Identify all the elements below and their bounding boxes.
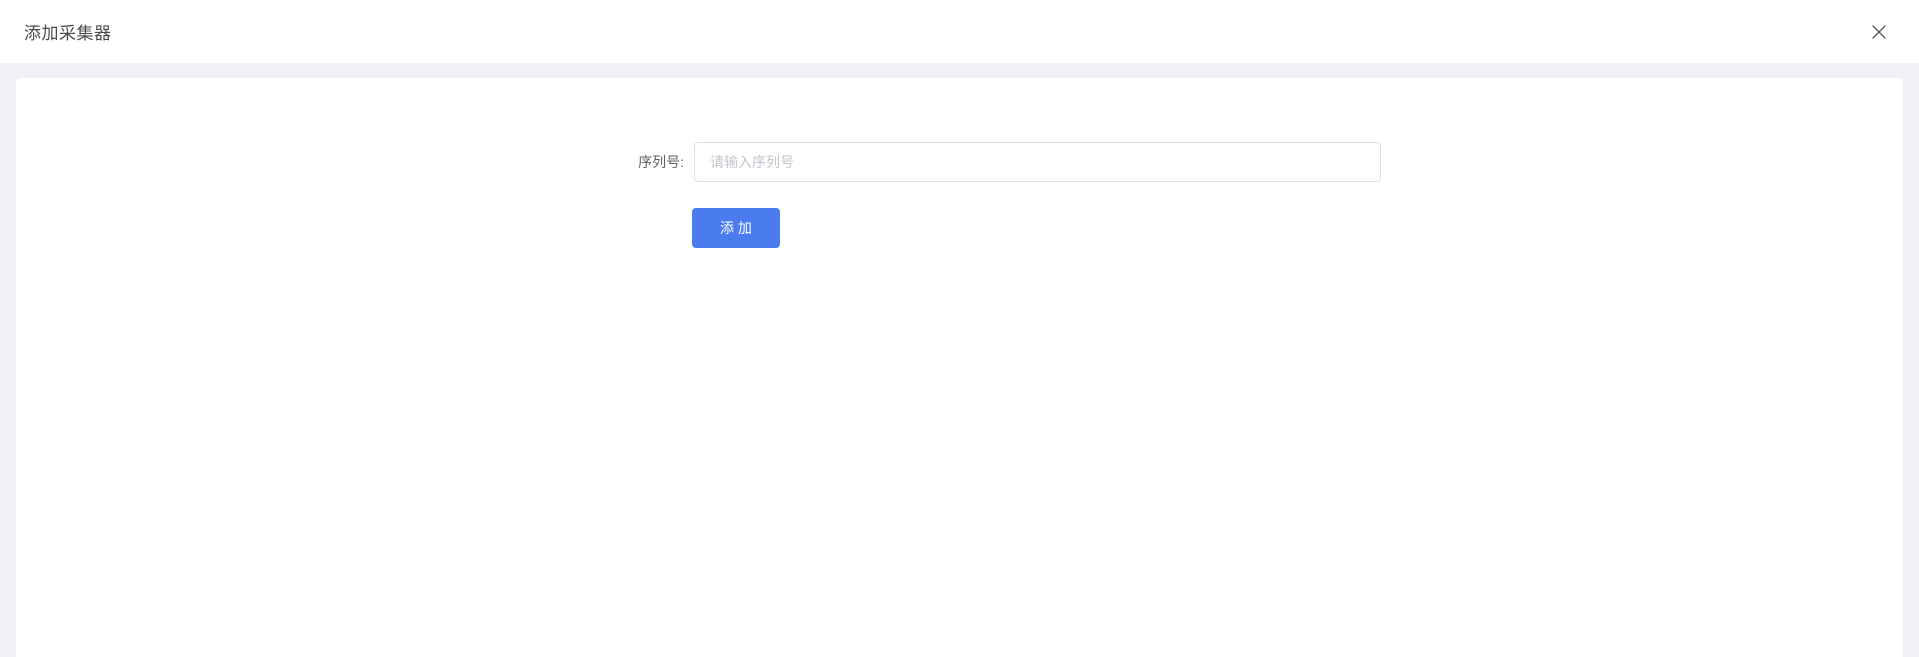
- form-panel: 序列号: 添 加: [16, 78, 1903, 657]
- add-collector-page: 添加采集器 序列号: 添 加: [0, 0, 1919, 657]
- content-background: 序列号: 添 加: [0, 63, 1919, 657]
- page-title: 添加采集器: [24, 24, 112, 43]
- add-button[interactable]: 添 加: [692, 208, 780, 248]
- serial-number-input[interactable]: [694, 142, 1381, 182]
- serial-number-label: 序列号:: [638, 154, 684, 170]
- close-icon: [1872, 24, 1886, 39]
- page-header: 添加采集器: [0, 0, 1919, 63]
- close-button[interactable]: [1869, 22, 1889, 42]
